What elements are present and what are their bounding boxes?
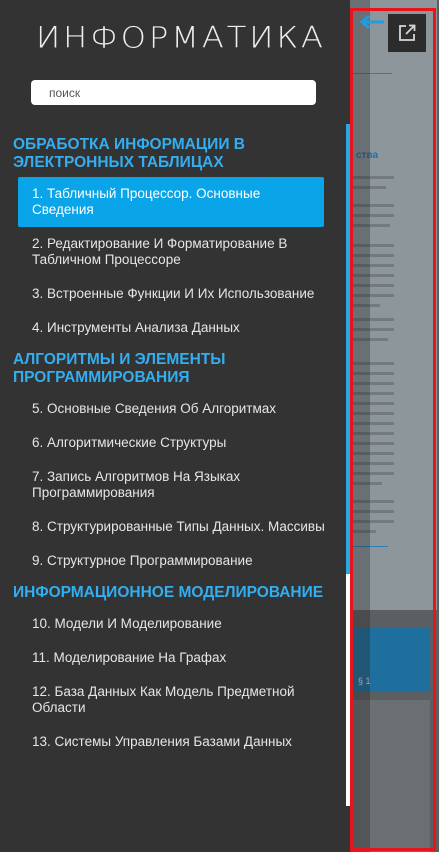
preview-shadow bbox=[350, 0, 370, 852]
toc-item-12[interactable]: 12. База Данных Как Модель Предметной Об… bbox=[0, 675, 346, 725]
section-title[interactable]: АЛГОРИТМЫ И ЭЛЕМЕНТЫ ПРОГРАММИРОВАНИЯ bbox=[0, 345, 346, 392]
toc-item-8[interactable]: 8. Структурированные Типы Данных. Массив… bbox=[0, 510, 346, 544]
sidebar: ИНФОРМАТИКА ОБРАБОТКА ИНФОРМАЦИИ В ЭЛЕКТ… bbox=[0, 0, 350, 852]
toc-item-4[interactable]: 4. Инструменты Анализа Данных bbox=[0, 311, 346, 345]
page-preview[interactable]: ства § 1 bbox=[350, 0, 439, 852]
toc-item-7[interactable]: 7. Запись Алгоритмов На Языках Программи… bbox=[0, 460, 346, 510]
search-input[interactable] bbox=[31, 80, 316, 105]
toc-item-9[interactable]: 9. Структурное Программирование bbox=[0, 544, 346, 578]
section-title[interactable]: ОБРАБОТКА ИНФОРМАЦИИ В ЭЛЕКТРОННЫХ ТАБЛИ… bbox=[0, 130, 346, 177]
toc-item-11[interactable]: 11. Моделирование На Графах bbox=[0, 641, 346, 675]
toc-item-6[interactable]: 6. Алгоритмические Структуры bbox=[0, 426, 346, 460]
table-of-contents: ОБРАБОТКА ИНФОРМАЦИИ В ЭЛЕКТРОННЫХ ТАБЛИ… bbox=[0, 130, 346, 806]
toc-item-13[interactable]: 13. Системы Управления Базами Данных bbox=[0, 725, 346, 759]
toc-item-1[interactable]: 1. Табличный Процессор. Основные Сведени… bbox=[18, 177, 324, 227]
toc-item-10[interactable]: 10. Модели И Моделирование bbox=[0, 607, 346, 641]
app-logo: ИНФОРМАТИКА bbox=[36, 19, 326, 55]
toc-item-2[interactable]: 2. Редактирование И Форматирование В Таб… bbox=[0, 227, 346, 277]
toc-item-3[interactable]: 3. Встроенные Функции И Их Использование bbox=[0, 277, 346, 311]
toc-item-5[interactable]: 5. Основные Сведения Об Алгоритмах bbox=[0, 392, 346, 426]
arrow-left-icon[interactable] bbox=[360, 14, 386, 30]
open-external-button[interactable] bbox=[388, 14, 426, 52]
section-title[interactable]: ИНФОРМАЦИОННОЕ МОДЕЛИРОВАНИЕ bbox=[0, 578, 346, 607]
external-link-icon bbox=[399, 24, 416, 41]
